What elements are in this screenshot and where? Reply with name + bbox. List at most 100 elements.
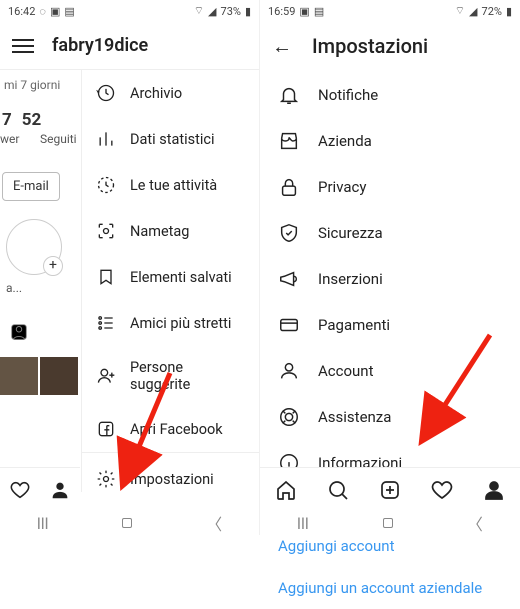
menu-label: Elementi salvati: [130, 269, 232, 286]
menu-archive[interactable]: Archivio: [82, 70, 259, 116]
stats-icon: [96, 129, 116, 149]
settings-notifications[interactable]: Notifiche: [260, 72, 520, 118]
settings-label: Pagamenti: [318, 316, 390, 334]
status-bar: 16:59 ▣ ▤ ⌔ ◢ 72% ▮: [260, 0, 520, 22]
home-icon[interactable]: [274, 478, 298, 502]
bottom-bar-left: [0, 467, 80, 511]
settings-label: Notifiche: [318, 86, 378, 104]
page-title: Impostazioni: [312, 34, 428, 58]
lock-icon: [278, 176, 300, 198]
profile-partial: mi 7 giorni 7 52 wer Seguiti E-mail a...: [0, 70, 80, 500]
settings-label: Inserzioni: [318, 270, 383, 288]
settings-help[interactable]: Assistenza: [260, 394, 520, 440]
menu-label: Persone suggerite: [130, 359, 245, 393]
recent-apps[interactable]: lll: [297, 514, 309, 533]
stat-following[interactable]: 52: [22, 110, 42, 130]
home-button[interactable]: [122, 518, 132, 528]
back-button[interactable]: 〈: [467, 511, 483, 535]
image-icon: ▤: [64, 5, 74, 18]
menu-settings[interactable]: Impostazioni: [82, 453, 259, 505]
bookmark-icon: [96, 267, 116, 287]
menu-label: Apri Facebook: [130, 421, 223, 438]
post-thumbnail[interactable]: [40, 357, 78, 395]
story-highlight-add[interactable]: [6, 219, 62, 275]
back-icon[interactable]: ←: [272, 34, 292, 59]
android-navbar: lll 〈: [0, 511, 259, 535]
settings-privacy[interactable]: Privacy: [260, 164, 520, 210]
gear-icon: [96, 469, 116, 489]
camera-icon: ▣: [299, 5, 309, 18]
settings-business[interactable]: Azienda: [260, 118, 520, 164]
stat-followers[interactable]: 7: [2, 110, 12, 130]
user-icon: [278, 360, 300, 382]
stat-label-followers: wer: [0, 132, 34, 146]
add-person-icon: [96, 366, 116, 386]
story-label: a...: [6, 281, 80, 295]
settings-label: Account: [318, 362, 374, 380]
status-time: 16:42: [8, 5, 35, 18]
menu-label: Dati statistici: [130, 131, 215, 148]
profile-icon[interactable]: [49, 479, 71, 501]
wifi-icon: ⌔: [455, 4, 465, 18]
activity-icon: [96, 175, 116, 195]
settings-security[interactable]: Sicurezza: [260, 210, 520, 256]
phone-right: 16:59 ▣ ▤ ⌔ ◢ 72% ▮ ← Impostazioni Notif…: [260, 0, 520, 535]
facebook-icon: [96, 419, 116, 439]
profile-header: fabry19dice: [0, 22, 259, 70]
menu-facebook[interactable]: Apri Facebook: [82, 406, 259, 452]
grid-tab-icon[interactable]: [0, 313, 38, 351]
menu-discover[interactable]: Persone suggerite: [82, 346, 259, 406]
settings-header: ← Impostazioni: [260, 22, 520, 70]
insights-tab[interactable]: mi 7 giorni: [0, 70, 80, 92]
profile-icon[interactable]: [482, 478, 506, 502]
back-button[interactable]: 〈: [206, 511, 222, 535]
list-icon: [96, 313, 116, 333]
signal-icon: ◢: [469, 5, 477, 18]
post-thumbnail[interactable]: [0, 357, 38, 395]
menu-label: Impostazioni: [130, 471, 214, 488]
stat-label-following: Seguiti: [40, 132, 74, 146]
status-time: 16:59: [268, 5, 295, 18]
menu-icon[interactable]: [12, 35, 34, 57]
menu-label: Archivio: [130, 85, 182, 102]
email-button[interactable]: E-mail: [2, 172, 60, 201]
bottom-bar-right: [260, 467, 520, 511]
wifi-icon: ⌔: [194, 4, 204, 18]
battery-icon: ▮: [506, 5, 512, 18]
archive-icon: [96, 83, 116, 103]
settings-payments[interactable]: Pagamenti: [260, 302, 520, 348]
megaphone-icon: [278, 268, 300, 290]
bell-icon: [278, 84, 300, 106]
settings-ads[interactable]: Inserzioni: [260, 256, 520, 302]
search-icon[interactable]: [326, 478, 350, 502]
menu-closefriends[interactable]: Amici più stretti: [82, 300, 259, 346]
status-battery: 72%: [482, 5, 502, 18]
menu-saved[interactable]: Elementi salvati: [82, 254, 259, 300]
heart-icon[interactable]: [9, 479, 31, 501]
image-icon: ▤: [314, 5, 324, 18]
signal-icon: ◢: [208, 5, 216, 18]
home-button[interactable]: [383, 518, 393, 528]
storefront-icon: [278, 130, 300, 152]
menu-nametag[interactable]: Nametag: [82, 208, 259, 254]
menu-label: Nametag: [130, 223, 189, 240]
shield-icon: [278, 222, 300, 244]
settings-account[interactable]: Account: [260, 348, 520, 394]
link-add-business-account[interactable]: Aggiungi un account aziendale: [260, 567, 520, 609]
menu-activity[interactable]: Le tue attività: [82, 162, 259, 208]
side-drawer: Archivio Dati statistici Le tue attività…: [81, 70, 259, 492]
nametag-icon: [96, 221, 116, 241]
menu-label: Amici più stretti: [130, 315, 231, 332]
recent-apps[interactable]: lll: [37, 514, 49, 533]
camera-icon: ▣: [50, 5, 60, 18]
menu-label: Le tue attività: [130, 177, 217, 194]
settings-label: Azienda: [318, 132, 372, 150]
username-label[interactable]: fabry19dice: [52, 35, 148, 56]
menu-stats[interactable]: Dati statistici: [82, 116, 259, 162]
lifebuoy-icon: [278, 406, 300, 428]
heart-icon[interactable]: [430, 478, 454, 502]
whatsapp-icon: ◌: [39, 5, 46, 18]
card-icon: [278, 314, 300, 336]
battery-icon: ▮: [245, 5, 251, 18]
add-post-icon[interactable]: [378, 478, 402, 502]
